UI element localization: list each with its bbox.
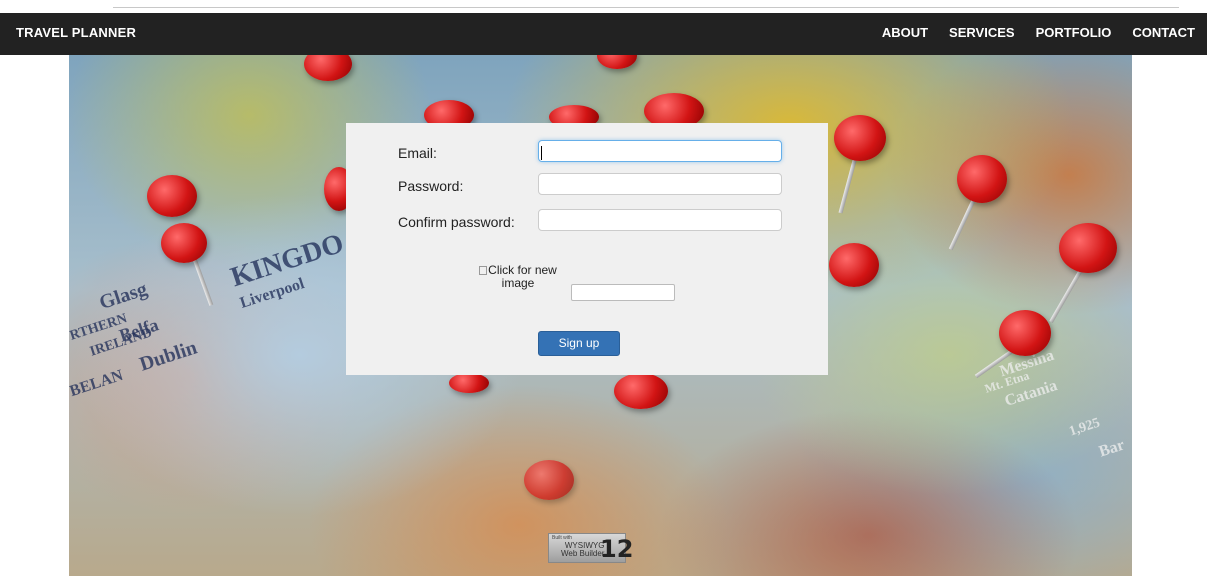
email-label: Email: xyxy=(398,145,437,161)
top-divider xyxy=(113,7,1179,8)
map-pin-icon xyxy=(147,175,197,217)
badge-version: 12 xyxy=(600,535,634,563)
map-pin-icon xyxy=(161,223,207,263)
captcha-image[interactable]: Click for new image xyxy=(478,264,558,290)
map-pin-icon xyxy=(449,373,489,393)
signup-form: Email: Password: Confirm password: Click… xyxy=(346,123,828,375)
map-pin-icon xyxy=(1059,223,1117,273)
map-label: Glasg xyxy=(96,278,150,315)
brand-logo[interactable]: TRAVEL PLANNER xyxy=(16,25,136,40)
text-caret xyxy=(541,146,542,160)
badge-text: WYSIWYG Web Builder xyxy=(561,542,604,558)
map-pin-icon xyxy=(614,373,668,409)
map-pin-icon xyxy=(829,243,879,287)
broken-image-icon xyxy=(479,266,488,275)
map-pin-icon xyxy=(834,115,886,161)
navbar: TRAVEL PLANNER ABOUT SERVICES PORTFOLIO … xyxy=(0,13,1207,55)
map-pin-icon xyxy=(597,55,637,69)
captcha-alt-text: Click for new image xyxy=(488,263,557,290)
wysiwyg-web-builder-badge[interactable]: Built with WYSIWYG Web Builder 12 xyxy=(548,533,633,563)
confirm-password-field[interactable] xyxy=(538,209,782,231)
nav-link-services[interactable]: SERVICES xyxy=(949,25,1015,40)
captcha-input[interactable] xyxy=(571,284,675,301)
nav-link-portfolio[interactable]: PORTFOLIO xyxy=(1036,25,1112,40)
nav-links: ABOUT SERVICES PORTFOLIO CONTACT xyxy=(861,25,1195,40)
map-pin-icon xyxy=(999,310,1051,356)
badge-line-2: Web Builder xyxy=(561,549,605,558)
password-label: Password: xyxy=(398,178,464,194)
map-label: BELAN xyxy=(69,366,126,401)
map-label: 1,925 xyxy=(1067,415,1102,440)
pin-needle xyxy=(838,154,858,214)
email-field[interactable] xyxy=(538,140,782,162)
sign-up-button[interactable]: Sign up xyxy=(538,331,620,356)
confirm-password-label: Confirm password: xyxy=(398,214,515,230)
map-pin-icon xyxy=(304,55,352,81)
pin-needle xyxy=(1049,269,1083,323)
nav-link-contact[interactable]: CONTACT xyxy=(1132,25,1195,40)
map-pin-icon xyxy=(524,460,574,500)
nav-link-about[interactable]: ABOUT xyxy=(882,25,928,40)
map-label: Bar xyxy=(1096,436,1127,461)
password-field[interactable] xyxy=(538,173,782,195)
pin-needle xyxy=(948,194,978,251)
map-pin-icon xyxy=(957,155,1007,203)
